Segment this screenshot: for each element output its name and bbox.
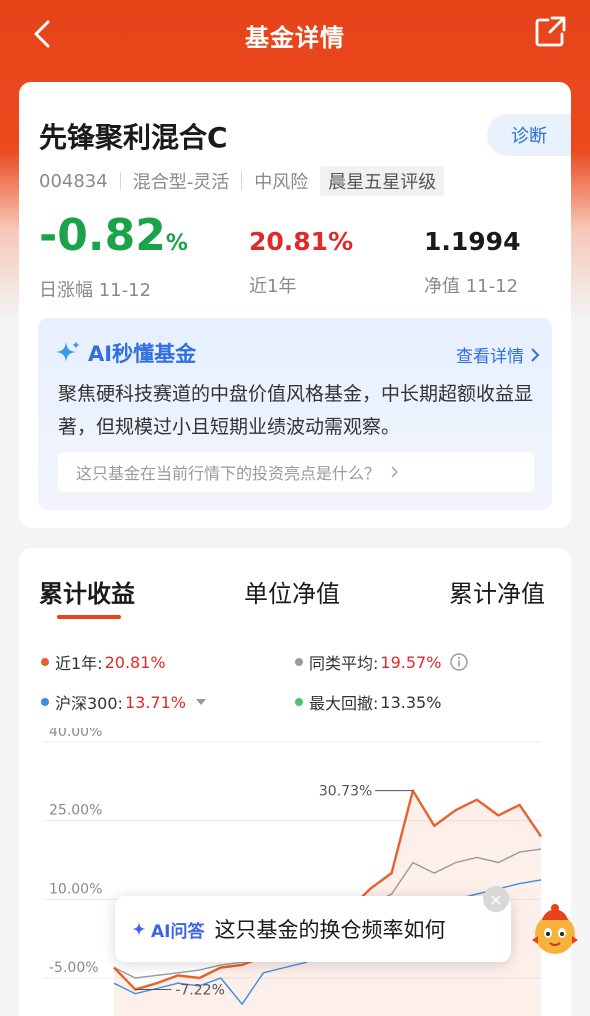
daily-change-value: -0.82%	[39, 210, 188, 261]
ai-summary-title: AI秒懂基金	[88, 342, 197, 366]
top-nav: 基金详情	[0, 0, 590, 68]
risk-level: 中风险	[254, 172, 309, 193]
chevron-right-icon	[531, 347, 540, 362]
page-title: 基金详情	[245, 24, 345, 52]
tab-cumulative-nav[interactable]: 累计净值	[449, 574, 545, 609]
cumulative-return-chart[interactable]: 40.00% 25.00% 10.00% -5.00% 30.73% -7.22%	[19, 728, 571, 1016]
min-annotation: -7.22%	[175, 983, 225, 999]
rating-badge[interactable]: 晨星五星评级	[320, 166, 445, 196]
close-icon[interactable]: ×	[483, 886, 509, 912]
fund-code: 004834	[39, 170, 108, 192]
sparkle-icon	[56, 341, 80, 362]
ai-qa-tag: AI问答	[131, 917, 204, 942]
legend-dot	[295, 658, 303, 666]
ai-qa-banner[interactable]: AI问答 这只基金的换仓频率如何 ×	[115, 886, 511, 962]
max-annotation: 30.73%	[319, 784, 372, 800]
fund-name: 先锋聚利混合C	[39, 121, 228, 154]
one-year-label: 近1年	[249, 276, 297, 297]
share-icon[interactable]	[532, 14, 568, 50]
legend-index[interactable]: 沪深300: 13.71%	[41, 690, 208, 714]
fund-tags: 004834 混合型-灵活 中风险 晨星五星评级	[39, 166, 445, 196]
daily-change-metric: -0.82% 日涨幅 11-12	[39, 208, 188, 302]
legend-dot	[41, 658, 49, 666]
tab-unit-nav[interactable]: 单位净值	[244, 574, 340, 609]
legend-dot	[41, 698, 49, 706]
y-tick-label: 40.00%	[49, 728, 102, 740]
caret-down-icon	[195, 699, 206, 705]
legend-drawdown: 最大回撤: 13.35%	[295, 690, 441, 714]
chevron-right-icon	[391, 466, 399, 478]
sparkle-icon	[132, 922, 146, 936]
view-details-link[interactable]: 查看详情	[456, 342, 540, 367]
daily-change-label: 日涨幅 11-12	[39, 280, 152, 301]
divider	[119, 172, 121, 190]
ai-summary-text: 聚焦硬科技赛道的中盘价值风格基金，中长期超额收益显著，但规模过小且短期业绩波动需…	[58, 383, 534, 438]
y-tick-label: -5.00%	[49, 960, 99, 976]
nav-label: 净值 11-12	[424, 276, 519, 297]
nav-metric: 1.1994 净值 11-12	[424, 222, 520, 298]
diagnose-button[interactable]: 诊断	[487, 114, 571, 156]
y-tick-label: 10.00%	[49, 881, 102, 897]
legend-fund: 近1年: 20.81%	[41, 650, 166, 674]
divider	[241, 172, 243, 190]
fund-summary-card: 先锋聚利混合C 诊断 004834 混合型-灵活 中风险 晨星五星评级 -0.8…	[19, 82, 571, 528]
y-tick-label: 25.00%	[49, 803, 102, 819]
mascot-icon[interactable]	[524, 900, 586, 960]
nav-value: 1.1994	[424, 227, 521, 256]
ai-suggested-question[interactable]: 这只基金在当前行情下的投资亮点是什么？	[58, 452, 534, 492]
chart-tabs: 累计收益 单位净值 累计净值	[39, 574, 551, 620]
legend-peer: 同类平均: 19.57%	[295, 650, 469, 674]
one-year-value: 20.81%	[249, 227, 354, 256]
one-year-metric: 20.81% 近1年	[249, 222, 353, 298]
fund-type: 混合型-灵活	[132, 172, 230, 193]
legend-dot	[295, 698, 303, 706]
ai-summary-box: AI秒懂基金 查看详情 聚焦硬科技赛道的中盘价值风格基金，中长期超额收益显著，但…	[38, 318, 552, 510]
ai-summary-header: AI秒懂基金	[54, 338, 196, 368]
tab-cumulative-return[interactable]: 累计收益	[39, 574, 135, 619]
info-icon[interactable]	[449, 652, 469, 672]
ai-qa-question: 这只基金的换仓频率如何	[214, 918, 446, 942]
